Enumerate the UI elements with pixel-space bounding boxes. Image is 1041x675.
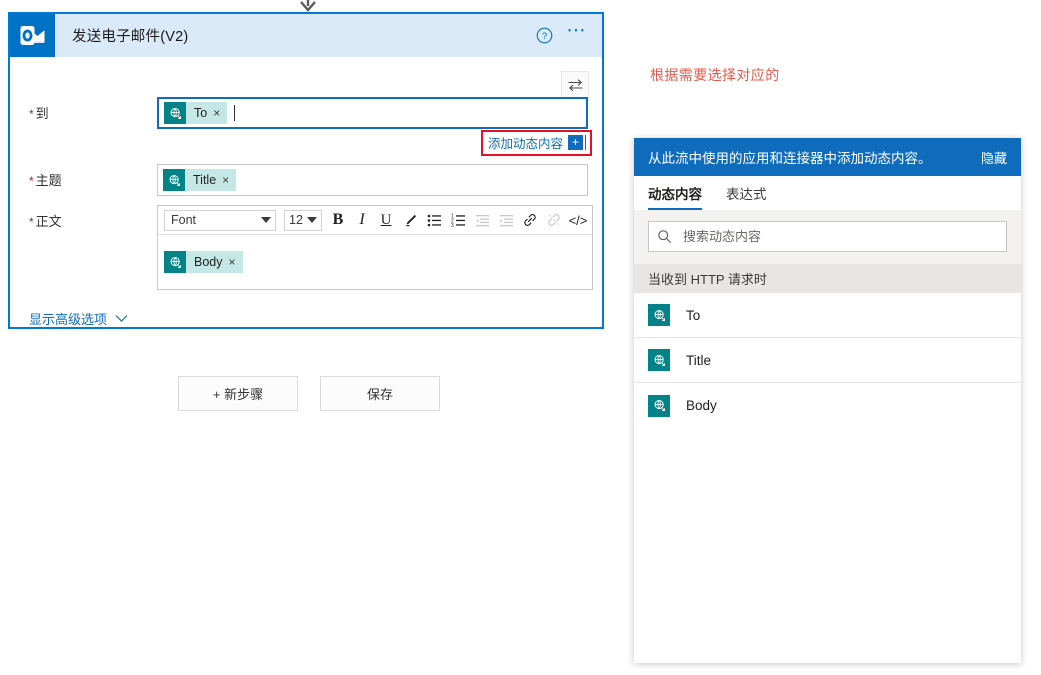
- http-request-icon: [163, 169, 185, 191]
- list-item[interactable]: Title: [634, 338, 1021, 383]
- card-body: * 到 To × 添加动态内容 + * 主题 Title × * 正文 Font…: [10, 57, 602, 327]
- dynamic-content-panel: 从此流中使用的应用和连接器中添加动态内容。 隐藏 动态内容 表达式 当收到 HT…: [634, 138, 1021, 663]
- token-label: To: [194, 106, 208, 120]
- add-dynamic-content-plus-button[interactable]: +: [568, 135, 583, 150]
- field-label-to: * 到: [29, 106, 49, 121]
- search-icon: [657, 229, 672, 244]
- add-dynamic-content-link[interactable]: 添加动态内容: [488, 133, 563, 152]
- http-request-icon: [164, 251, 186, 273]
- chevron-down-icon: [115, 314, 128, 323]
- tab-expression[interactable]: 表达式: [726, 183, 767, 210]
- http-request-icon: [164, 102, 186, 124]
- show-advanced-options-link[interactable]: 显示高级选项: [24, 309, 128, 328]
- new-step-button[interactable]: + 新步骤: [178, 376, 298, 411]
- to-input[interactable]: To ×: [157, 97, 588, 129]
- send-email-action-card: 发送电子邮件(V2) ? ⋯ * 到 To × 添加动态内容 + * 主题 Ti…: [8, 12, 604, 329]
- save-button[interactable]: 保存: [320, 376, 440, 411]
- chevron-down-icon: [261, 217, 271, 223]
- unlink-icon[interactable]: [542, 208, 566, 232]
- required-marker-subject: *: [29, 174, 34, 188]
- add-dynamic-content-highlight: 添加动态内容 +: [480, 130, 592, 156]
- token-title[interactable]: Title ×: [163, 169, 237, 191]
- token-label: Title: [193, 173, 217, 187]
- chevron-down-icon: [307, 217, 317, 223]
- tab-dynamic-content[interactable]: 动态内容: [648, 183, 702, 210]
- swap-arrows-icon[interactable]: [561, 71, 589, 99]
- font-size-select[interactable]: 12: [284, 209, 322, 231]
- token-body[interactable]: Body ×: [164, 251, 243, 273]
- dynamic-content-list: To Title Body: [634, 293, 1021, 428]
- token-remove-icon[interactable]: ×: [213, 106, 227, 120]
- list-item-label: To: [686, 307, 701, 323]
- font-family-value: Font: [171, 213, 197, 227]
- text-cursor: [234, 105, 236, 121]
- rte-toolbar: Font 12 B I U 1 2 3 </>: [158, 206, 592, 235]
- underline-icon[interactable]: U: [374, 208, 398, 232]
- http-request-icon: [648, 304, 670, 326]
- increase-indent-icon[interactable]: [494, 208, 518, 232]
- help-circle-icon[interactable]: ?: [532, 24, 556, 48]
- token-to[interactable]: To ×: [164, 102, 228, 124]
- http-request-icon: [648, 349, 670, 371]
- card-title: 发送电子邮件(V2): [72, 29, 189, 45]
- flow-action-buttons: + 新步骤 保存: [178, 376, 440, 411]
- outlook-icon: [10, 14, 55, 57]
- decrease-indent-icon[interactable]: [470, 208, 494, 232]
- dynamic-content-panel-title: 从此流中使用的应用和连接器中添加动态内容。: [648, 151, 932, 166]
- dynamic-content-panel-header: 从此流中使用的应用和连接器中添加动态内容。 隐藏: [634, 138, 1021, 176]
- http-request-icon: [648, 394, 670, 417]
- italic-icon[interactable]: I: [350, 208, 374, 232]
- list-item[interactable]: To: [634, 293, 1021, 338]
- bulleted-list-icon[interactable]: [422, 208, 446, 232]
- list-item-label: Body: [686, 398, 717, 413]
- field-row-to: * 到 To × 添加动态内容 +: [24, 57, 592, 156]
- link-icon[interactable]: [518, 208, 542, 232]
- bold-icon[interactable]: B: [326, 208, 350, 232]
- numbered-list-icon[interactable]: 1 2 3: [446, 208, 470, 232]
- svg-text:?: ?: [541, 31, 546, 42]
- subject-input[interactable]: Title ×: [157, 164, 588, 196]
- plus-caret: [585, 135, 586, 150]
- text-highlight-icon[interactable]: [398, 208, 422, 232]
- list-item-label: Title: [686, 352, 712, 368]
- field-row-subject: * 主题 Title ×: [24, 164, 588, 196]
- body-editor-content[interactable]: Body ×: [158, 235, 592, 289]
- show-advanced-options-label: 显示高级选项: [29, 312, 108, 327]
- svg-text:3: 3: [451, 223, 454, 228]
- token-remove-icon[interactable]: ×: [222, 173, 236, 187]
- body-rich-text-editor: Font 12 B I U 1 2 3 </> Body ×: [157, 205, 593, 290]
- more-horizontal-icon[interactable]: ⋯: [562, 19, 592, 53]
- token-label: Body: [194, 255, 223, 269]
- field-label-subject: * 主题: [29, 173, 62, 188]
- hide-panel-button[interactable]: 隐藏: [981, 148, 1007, 167]
- add-dynamic-content-row: 添加动态内容 +: [157, 130, 592, 156]
- search-input[interactable]: [681, 228, 998, 245]
- dynamic-content-tabs: 动态内容 表达式: [634, 176, 1021, 210]
- annotation-text: 根据需要选择对应的: [650, 67, 780, 83]
- required-marker-to: *: [29, 107, 34, 121]
- font-size-value: 12: [289, 213, 303, 227]
- card-header: 发送电子邮件(V2) ? ⋯: [10, 14, 602, 57]
- dynamic-content-search-box[interactable]: [648, 221, 1007, 252]
- font-family-select[interactable]: Font: [164, 209, 276, 231]
- token-remove-icon[interactable]: ×: [229, 255, 243, 269]
- required-marker-body: *: [29, 215, 34, 229]
- code-view-icon[interactable]: </>: [566, 208, 590, 232]
- field-row-body: * 正文 Font 12 B I U 1 2 3 </> Body ×: [24, 205, 593, 290]
- field-label-body: * 正文: [29, 214, 62, 229]
- list-item[interactable]: Body: [634, 383, 1021, 428]
- dynamic-content-group-header: 当收到 HTTP 请求时: [634, 264, 1021, 293]
- dynamic-content-search-area: [634, 210, 1021, 264]
